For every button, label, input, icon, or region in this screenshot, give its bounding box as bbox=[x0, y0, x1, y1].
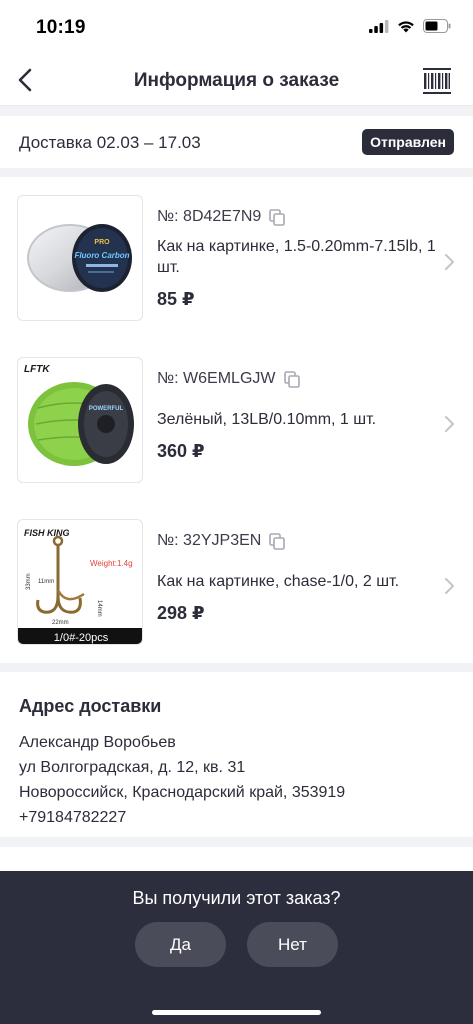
item-number-text: №: 32YJP3EN bbox=[157, 532, 262, 549]
thumb-brand: PRO bbox=[94, 239, 110, 246]
copy-icon[interactable] bbox=[269, 208, 286, 226]
item-price: 298 ₽ bbox=[157, 603, 205, 623]
status-bar: 10:19 bbox=[0, 0, 473, 56]
cellular-signal-icon bbox=[369, 19, 389, 33]
thumb-weight: Weight:1.4g bbox=[90, 559, 133, 568]
thumb-brand: FISH KING bbox=[24, 528, 70, 538]
address-title: Адрес доставки bbox=[19, 696, 162, 716]
page-title: Информация о заказе bbox=[133, 70, 340, 91]
order-item[interactable]: PRO Fluoro Carbon №: 8D42E7N9 Как на кар… bbox=[0, 177, 473, 339]
item-description: Зелёный, 13LB/0.10mm, 1 шт. bbox=[157, 411, 377, 428]
divider-strip bbox=[0, 847, 473, 871]
item-number: №: 32YJP3EN bbox=[157, 532, 286, 550]
thumb-dim: 33mm bbox=[26, 573, 32, 590]
chevron-right-icon bbox=[445, 578, 454, 594]
recipient-name: Александр Воробьев bbox=[19, 734, 176, 751]
order-items-list: PRO Fluoro Carbon №: 8D42E7N9 Как на кар… bbox=[0, 177, 473, 663]
status-icons bbox=[369, 19, 451, 33]
product-thumbnail-braided-line: LFTK POWERFUL bbox=[17, 357, 143, 483]
thumb-dim: 22mm bbox=[52, 620, 69, 626]
thumb-caption: 1/0#-20pcs bbox=[54, 632, 109, 644]
thumb-dim: 14mm bbox=[96, 600, 102, 617]
thumb-brand: LFTK bbox=[24, 364, 50, 375]
delivery-bar: Доставка 02.03 – 17.03 Отправлен bbox=[0, 116, 473, 168]
barcode-icon[interactable] bbox=[423, 68, 451, 94]
address-street: ул Волгоградская, д. 12, кв. 31 bbox=[19, 759, 246, 776]
wifi-icon bbox=[398, 20, 414, 32]
battery-icon bbox=[423, 19, 451, 33]
copy-icon[interactable] bbox=[283, 370, 300, 388]
status-time: 10:19 bbox=[36, 17, 86, 38]
receipt-confirmation-panel: Вы получили этот заказ? Да Нет bbox=[0, 871, 473, 1024]
home-indicator[interactable] bbox=[152, 1010, 321, 1015]
status-badge: Отправлен bbox=[362, 129, 454, 155]
copy-icon[interactable] bbox=[269, 532, 286, 550]
address-city: Новороссийск, Краснодарский край, 353919 bbox=[19, 784, 346, 801]
product-thumbnail-fluoro-line: PRO Fluoro Carbon bbox=[17, 195, 143, 321]
yes-button[interactable]: Да bbox=[135, 922, 226, 967]
item-description: Как на картинке, 1.5-0.20mm-7.15lb, 1 шт… bbox=[157, 238, 436, 276]
nav-bar: Информация о заказе bbox=[0, 56, 473, 106]
confirmation-question: Вы получили этот заказ? bbox=[132, 888, 341, 908]
no-button[interactable]: Нет bbox=[247, 922, 338, 967]
order-item[interactable]: LFTK POWERFUL №: W6EMLGJW Зелёный, 13LB/… bbox=[0, 339, 473, 501]
thumb-product-name: Fluoro Carbon bbox=[74, 251, 129, 260]
item-description: Как на картинке, chase-1/0, 2 шт. bbox=[157, 573, 400, 590]
recipient-phone: +79184782227 bbox=[19, 809, 127, 826]
thumb-dim: 11mm bbox=[38, 579, 54, 585]
order-item[interactable]: FISH KING Weight:1.4g 11mm 33mm 14mm 22m… bbox=[0, 501, 473, 663]
item-price: 85 ₽ bbox=[157, 289, 195, 309]
thumb-product-name: POWERFUL bbox=[89, 406, 124, 412]
item-number: №: 8D42E7N9 bbox=[157, 208, 286, 226]
product-thumbnail-treble-hook: FISH KING Weight:1.4g 11mm 33mm 14mm 22m… bbox=[17, 519, 143, 645]
item-number-text: №: 8D42E7N9 bbox=[157, 208, 262, 225]
chevron-right-icon bbox=[445, 416, 454, 432]
chevron-right-icon bbox=[445, 254, 454, 270]
delivery-address-section: Адрес доставки Александр Воробьев ул Вол… bbox=[0, 672, 473, 837]
delivery-dates: Доставка 02.03 – 17.03 bbox=[19, 133, 201, 152]
item-price: 360 ₽ bbox=[157, 441, 205, 461]
item-number: №: W6EMLGJW bbox=[157, 370, 300, 388]
item-number-text: №: W6EMLGJW bbox=[157, 370, 276, 387]
